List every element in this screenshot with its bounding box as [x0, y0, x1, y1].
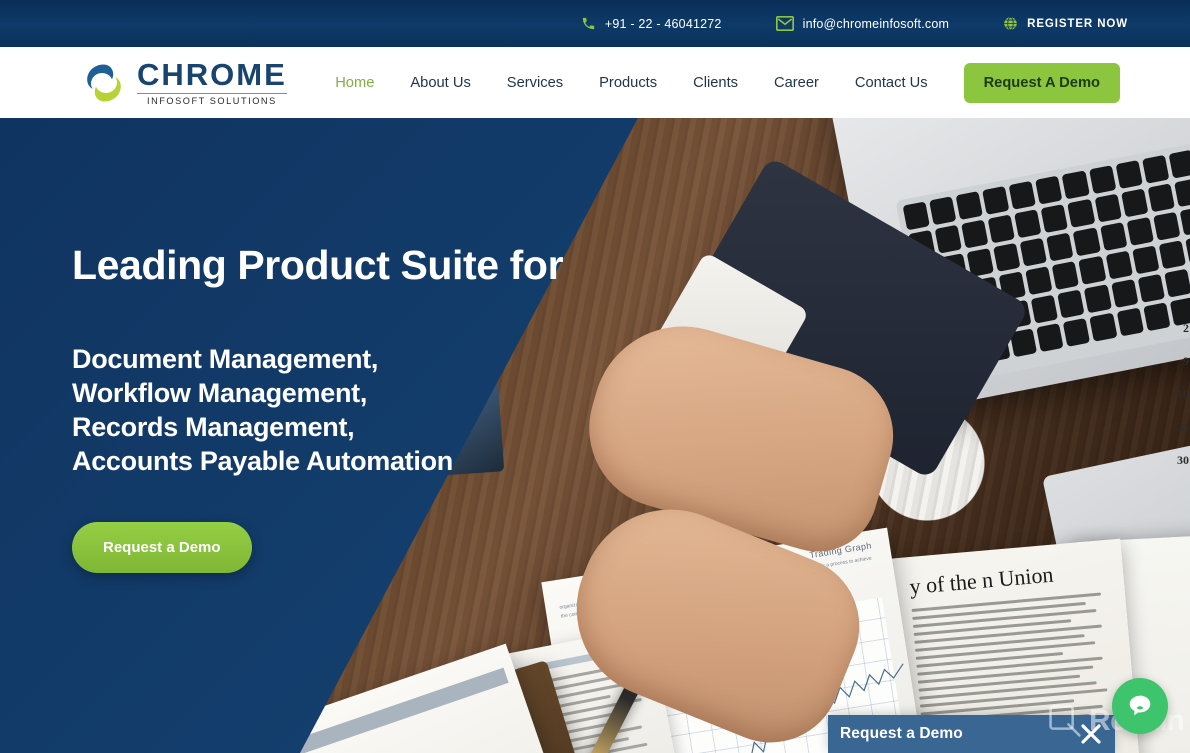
page-root: +91 - 22 - 46041272 info@chromeinfosoft.…: [0, 0, 1190, 753]
request-demo-bar-title: Request a Demo: [840, 725, 963, 742]
sheet-number: 16: [1177, 387, 1189, 401]
nav-item-home[interactable]: Home: [317, 75, 392, 91]
register-now-link[interactable]: REGISTER NOW: [1003, 16, 1128, 31]
hero-subheading-line: Accounts Payable Automation: [72, 446, 453, 477]
newspaper-headline: y of the n Union: [908, 561, 1055, 600]
hero-subheading-list: Document Management, Workflow Management…: [72, 342, 632, 478]
phone-number: +91 - 22 - 46041272: [604, 16, 722, 31]
chat-bubble-icon[interactable]: [1112, 678, 1168, 734]
nav-item-about-us[interactable]: About Us: [392, 75, 488, 91]
site-header: CHROME INFOSOFT SOLUTIONS Home About Us …: [0, 47, 1190, 118]
header-request-demo-button[interactable]: Request A Demo: [963, 62, 1120, 103]
logo-name: CHROME: [137, 57, 287, 92]
sheet-number: 2: [1183, 321, 1189, 335]
globe-icon: [1003, 16, 1018, 31]
hero-subheading-line: Workflow Management,: [72, 378, 368, 409]
nav-item-career[interactable]: Career: [756, 75, 837, 91]
hero-request-demo-button[interactable]: Request a Demo: [72, 522, 252, 574]
hero-content: Leading Product Suite for Document Manag…: [72, 242, 632, 574]
sheet-number: 30: [1177, 453, 1189, 467]
logo-tagline: INFOSOFT SOLUTIONS: [137, 93, 287, 106]
hero-subheading-line: Records Management,: [72, 412, 355, 443]
register-now-label: REGISTER NOW: [1027, 17, 1128, 30]
hero-heading: Leading Product Suite for: [72, 242, 564, 288]
request-demo-bottom-bar[interactable]: Request a Demo: [828, 715, 1115, 753]
close-icon[interactable]: [1079, 722, 1103, 746]
nav-item-contact-us[interactable]: Contact Us: [837, 75, 946, 91]
logo-link[interactable]: CHROME INFOSOFT SOLUTIONS: [82, 59, 287, 106]
email-address: info@chromeinfosoft.com: [802, 16, 950, 31]
nav-item-clients[interactable]: Clients: [675, 75, 756, 91]
sheet-number: 23: [1177, 420, 1189, 434]
email-link[interactable]: info@chromeinfosoft.com: [775, 16, 950, 31]
sheet-number-column: 2 9 16 23 30: [1145, 321, 1189, 468]
hero-section: y of the n Union Trading Graph organizat…: [0, 118, 1190, 753]
phone-icon: [581, 16, 596, 31]
top-utility-bar: +91 - 22 - 46041272 info@chromeinfosoft.…: [0, 0, 1190, 47]
nav-item-products[interactable]: Products: [581, 75, 675, 91]
sheet-number: 9: [1183, 354, 1189, 368]
main-navigation: Home About Us Services Products Clients …: [317, 62, 1120, 103]
phone-link[interactable]: +91 - 22 - 46041272: [581, 16, 722, 31]
hero-subheading-line: Document Management,: [72, 344, 379, 375]
chrome-swirl-logo-icon: [82, 62, 126, 104]
nav-item-services[interactable]: Services: [489, 75, 581, 91]
envelope-icon: [775, 16, 794, 31]
